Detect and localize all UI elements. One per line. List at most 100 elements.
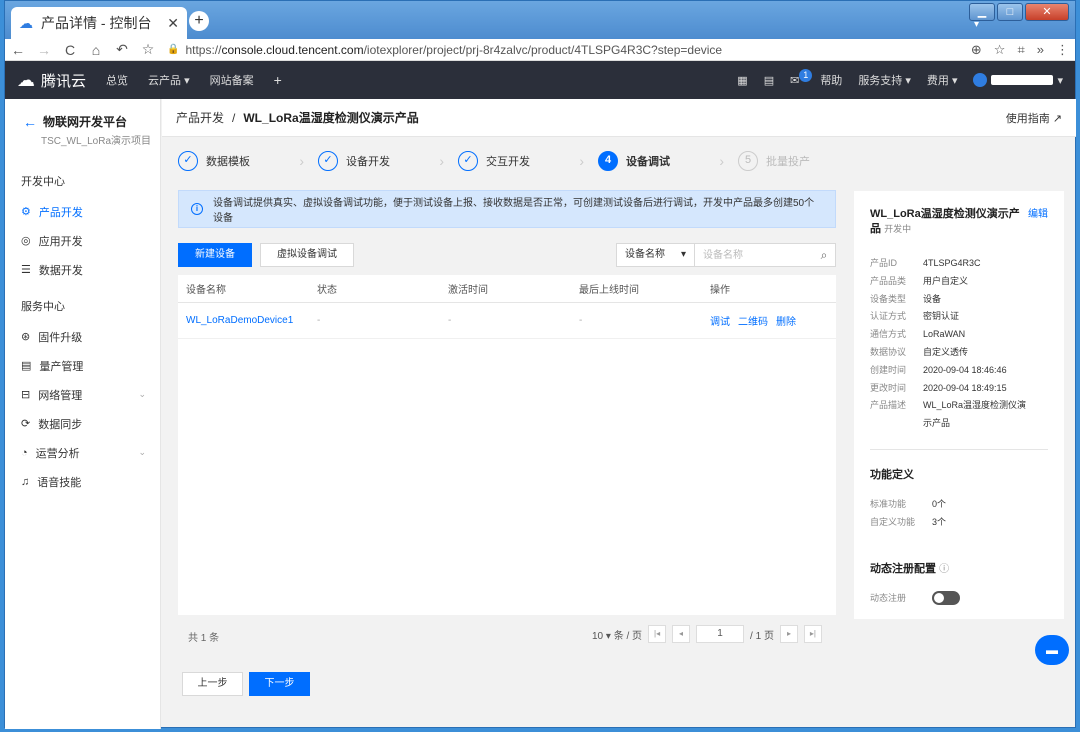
virtual-debug-button[interactable]: 虚拟设备调试: [260, 243, 354, 267]
check-icon: ✓: [318, 151, 338, 171]
sidebar-item-data-sync[interactable]: ⟳ 数据同步: [5, 409, 160, 438]
row-actions: 调试 二维码 删除: [702, 313, 836, 328]
sidebar: ← 物联网开发平台 TSC_WL_LoRa演示项目 开发中心 ⚙ 产品开发 ◎ …: [5, 99, 161, 729]
col-last-online: 最后上线时间: [579, 285, 639, 296]
service-center-heading: 服务中心: [21, 301, 65, 313]
last-page-icon[interactable]: ▸|: [803, 625, 822, 643]
step-data-template[interactable]: ✓ 数据模板 ›: [178, 151, 318, 171]
sidebar-item-label: 运营分析: [35, 447, 80, 460]
sidebar-item-production[interactable]: ▤ 量产管理: [5, 351, 160, 380]
breadcrumb-sep: /: [232, 110, 236, 125]
network-icon: ⊟: [21, 389, 31, 401]
browser-tab[interactable]: ☁ 产品详情 - 控制台 ✕: [11, 7, 187, 39]
sync-icon: ⟳: [21, 418, 31, 430]
back-arrow-icon[interactable]: ←: [11, 42, 25, 58]
edit-link[interactable]: 编辑: [1028, 207, 1048, 237]
next-step-button[interactable]: 下一步: [249, 672, 310, 696]
home-icon[interactable]: ⌂: [89, 42, 103, 58]
sidebar-item-app-dev[interactable]: ◎ 应用开发: [5, 226, 160, 255]
document-icon[interactable]: ▤: [764, 74, 774, 87]
search-field-select[interactable]: 设备名称 ▾: [617, 244, 695, 266]
zoom-icon[interactable]: ⊕: [971, 42, 982, 58]
sidebar-item-voice[interactable]: ♫ 语音技能: [5, 467, 160, 496]
step-number: 5: [738, 151, 758, 171]
nav-overview[interactable]: 总览: [106, 72, 128, 88]
reload-icon[interactable]: C: [63, 42, 77, 58]
help-link[interactable]: 帮助: [820, 72, 842, 88]
brand-logo[interactable]: ☁ 腾讯云: [17, 70, 86, 91]
sidebar-item-label: 数据同步: [38, 418, 83, 431]
close-tab-icon[interactable]: ✕: [167, 15, 179, 32]
mail-button[interactable]: ✉ 1 帮助: [790, 68, 842, 88]
account-menu[interactable]: ▾: [973, 73, 1063, 87]
search-icon[interactable]: ⌕: [813, 244, 835, 266]
crop-icon[interactable]: ⌗: [1017, 42, 1024, 58]
breadcrumb-parent[interactable]: 产品开发: [176, 109, 224, 126]
check-icon: ✓: [458, 151, 478, 171]
info-banner: i 设备调试提供真实、虚拟设备调试功能，便于测试设备上报、接收数据是否正常，可创…: [178, 190, 836, 228]
qrcode-link[interactable]: 二维码: [738, 313, 768, 328]
device-name-link[interactable]: WL_LoRaDemoDevice1: [178, 315, 309, 326]
guide-link[interactable]: 使用指南 ↗: [1006, 110, 1062, 126]
step-device-debug[interactable]: 4 设备调试 ›: [598, 151, 738, 171]
bookmark-star-icon[interactable]: ☆: [141, 41, 155, 58]
undo-icon[interactable]: ↶: [115, 41, 129, 58]
nav-icp[interactable]: 网站备案: [210, 72, 254, 88]
nav-add[interactable]: +: [274, 72, 282, 88]
col-device-name: 设备名称: [186, 285, 226, 296]
page-input[interactable]: 1: [696, 625, 745, 643]
debug-link[interactable]: 调试: [710, 313, 730, 328]
dynamic-reg-heading: 动态注册配置 ⓘ: [870, 560, 1048, 576]
sidebar-item-firmware[interactable]: ⊛ 固件升级: [5, 322, 160, 351]
more-icon[interactable]: ⋮: [1056, 42, 1069, 58]
new-device-button[interactable]: 新建设备: [178, 243, 252, 267]
close-window-button[interactable]: ✕: [1025, 3, 1069, 21]
sidebar-item-network[interactable]: ⊟ 网络管理 ⌄: [5, 380, 160, 409]
support-menu[interactable]: 服务支持 ▾: [858, 72, 911, 88]
prev-step-button[interactable]: 上一步: [182, 672, 243, 696]
step-device-dev[interactable]: ✓ 设备开发 ›: [318, 151, 458, 171]
sidebar-item-label: 网络管理: [38, 389, 83, 402]
sidebar-item-label: 语音技能: [37, 476, 82, 489]
search-input[interactable]: [695, 244, 813, 266]
delete-link[interactable]: 删除: [776, 313, 796, 328]
star-icon[interactable]: ☆: [994, 42, 1006, 58]
menu-chevron-icon[interactable]: »: [1037, 42, 1044, 57]
sidebar-item-label: 量产管理: [39, 360, 84, 373]
first-page-icon[interactable]: |◂: [648, 625, 667, 643]
sidebar-item-product-dev[interactable]: ⚙ 产品开发: [5, 197, 160, 226]
sidebar-item-analytics[interactable]: ◔ 运营分析 ⌄: [5, 438, 160, 467]
page-size-select[interactable]: 10 ▾ 条 / 页: [592, 627, 642, 642]
forward-arrow-icon[interactable]: →: [37, 42, 51, 58]
gear-icon: ⚙: [21, 206, 31, 218]
firmware-icon: ⊛: [21, 331, 31, 343]
info-icon: i: [191, 203, 203, 215]
step-mass-production: 5 批量投产: [738, 151, 878, 171]
chevron-right-icon: ›: [439, 153, 444, 169]
maximize-button[interactable]: □: [997, 3, 1023, 21]
dynamic-reg-toggle[interactable]: [932, 591, 960, 606]
url-prefix: https://: [185, 42, 222, 57]
lock-icon: 🔒: [167, 44, 180, 55]
next-page-icon[interactable]: ▸: [779, 625, 798, 643]
prev-page-icon[interactable]: ◂: [672, 625, 691, 643]
detail-row: 标准功能 0个: [870, 498, 947, 509]
info-icon[interactable]: ⓘ: [939, 564, 949, 575]
chat-support-icon[interactable]: ▬: [1035, 635, 1069, 665]
step-label: 数据模板: [206, 156, 250, 168]
step-interaction-dev[interactable]: ✓ 交互开发 ›: [458, 151, 598, 171]
url-field[interactable]: 🔒 https://console.cloud.tencent.com/iote…: [167, 43, 959, 57]
billing-menu[interactable]: 费用 ▾: [927, 72, 958, 88]
device-status: -: [317, 315, 321, 326]
window-controls: ▁ □ ✕: [969, 3, 1069, 21]
step-number: 4: [598, 151, 618, 171]
new-tab-button[interactable]: +: [189, 11, 209, 31]
search-field-value: 设备名称: [625, 249, 665, 260]
back-to-platform[interactable]: ← 物联网开发平台: [5, 99, 160, 130]
nav-products[interactable]: 云产品 ▾: [148, 72, 190, 88]
sidebar-item-data-dev[interactable]: ☰ 数据开发: [5, 255, 160, 284]
minimize-button[interactable]: ▁: [969, 3, 995, 21]
device-last-online: -: [579, 315, 583, 326]
detail-row: 更改时间 2020-09-04 18:49:15: [870, 382, 1007, 393]
qr-icon[interactable]: ▦: [737, 74, 747, 87]
